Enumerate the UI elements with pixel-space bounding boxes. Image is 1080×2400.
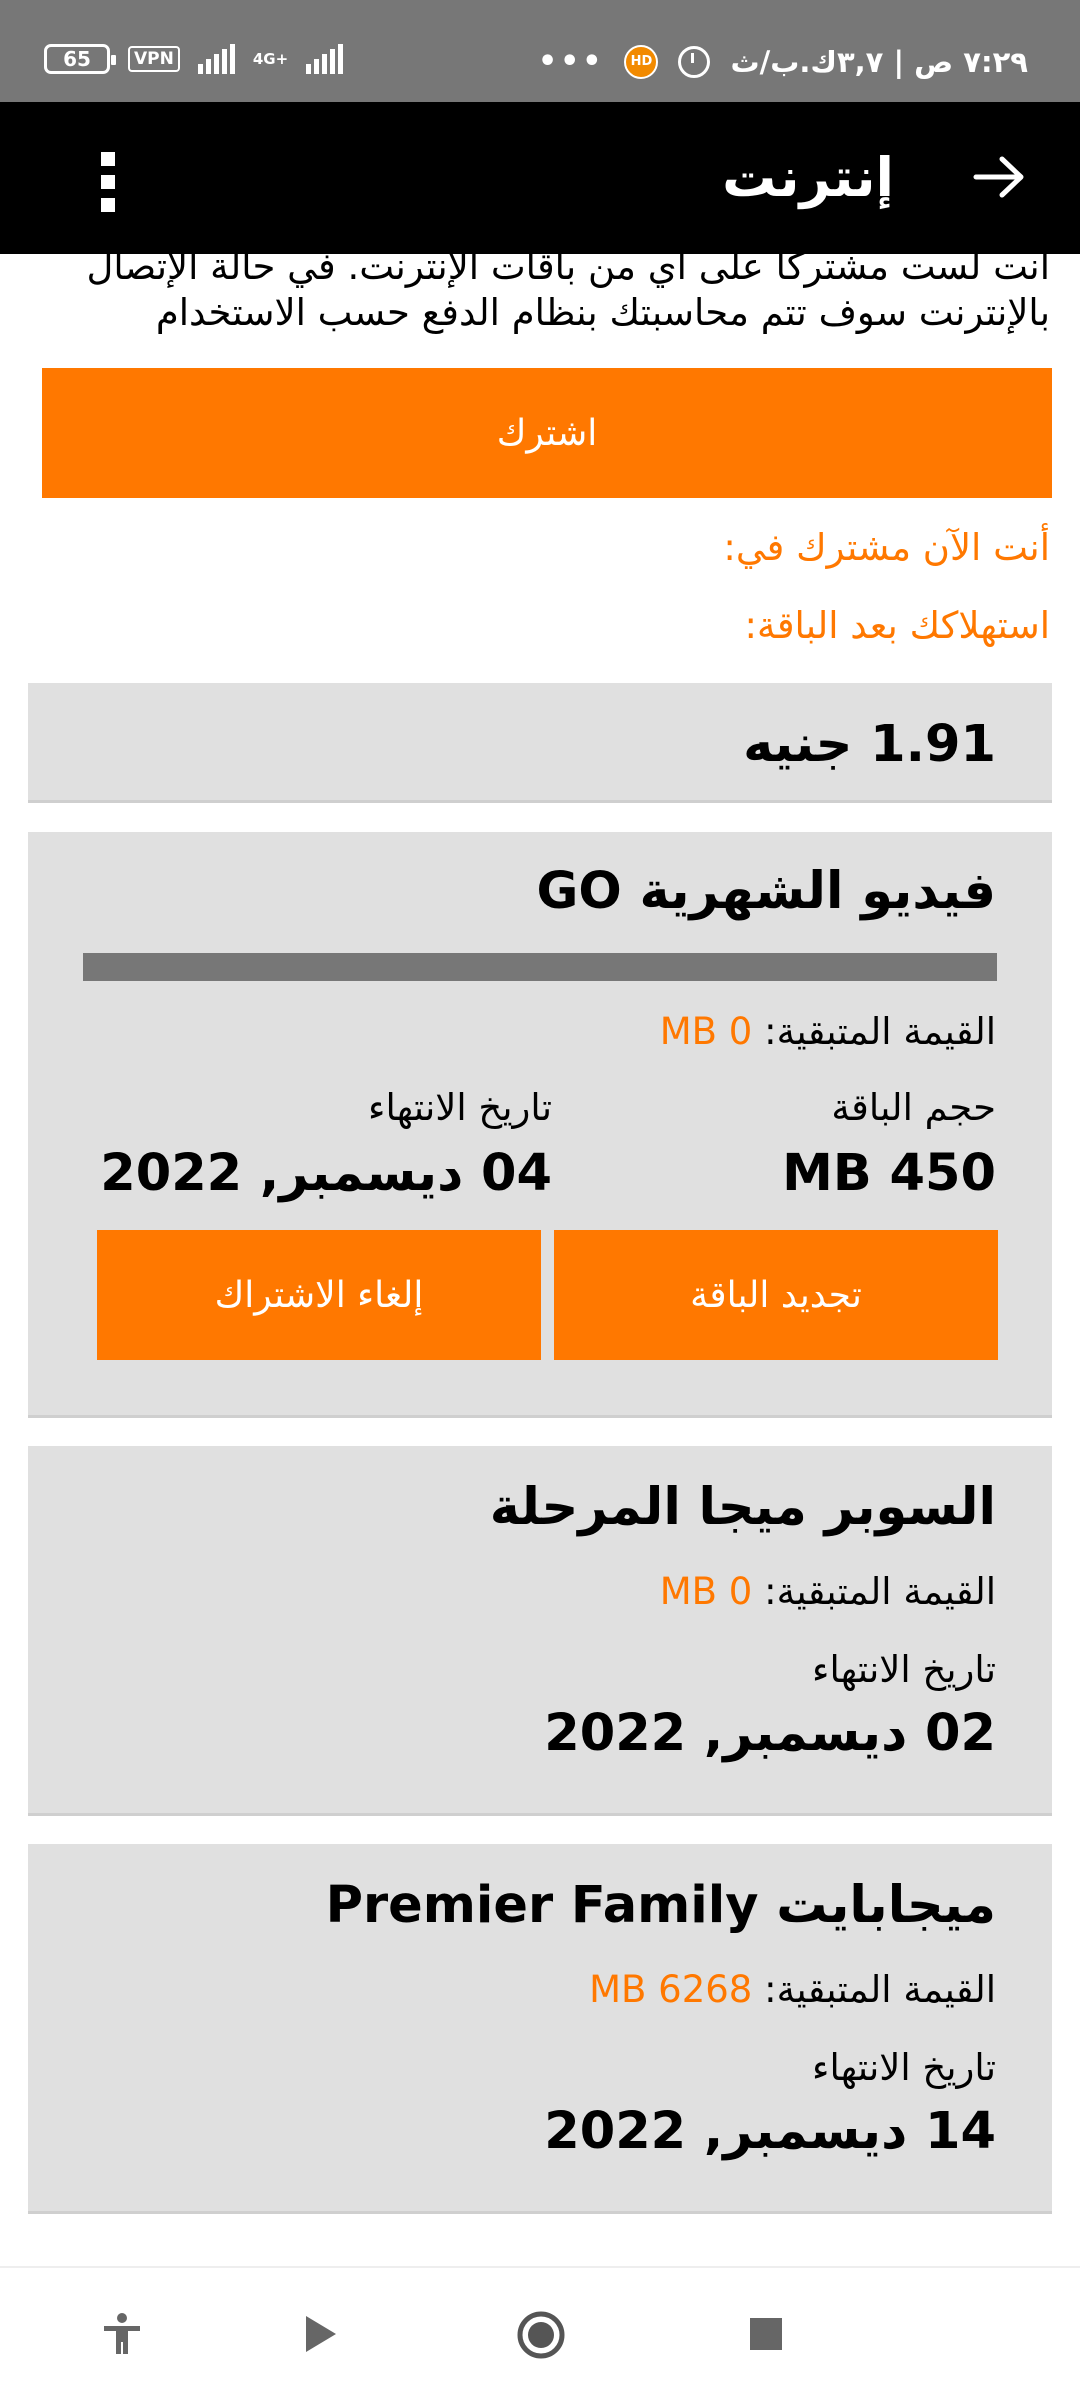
package-progress-bar	[83, 953, 997, 981]
usage-label: استهلاكك بعد الباقة:	[744, 604, 1050, 647]
vpn-icon: VPN	[128, 46, 180, 72]
size-label: حجم الباقة	[831, 1086, 996, 1129]
remaining-row: القيمة المتبقية: 0 MB	[660, 1570, 996, 1613]
more-notifications-icon: •••	[537, 44, 605, 79]
accessibility-icon[interactable]	[100, 2312, 144, 2356]
expiry-value: 04 ديسمبر, 2022	[100, 1144, 552, 1203]
remaining-label: القيمة المتبقية:	[764, 1570, 996, 1613]
signal-icon	[197, 44, 235, 74]
status-right-icons: ٧:٢٩ ص | ٣,٧ك.ب/ث HD •••	[538, 44, 1028, 79]
balance-card: 1.91 جنيه	[28, 683, 1052, 803]
arrow-right-icon[interactable]	[972, 154, 1028, 200]
status-left-icons: 65 VPN 4G+	[44, 44, 344, 74]
page-title: إنترنت	[722, 146, 894, 209]
remaining-value: 6268 MB	[589, 1968, 753, 2011]
expiry-label: تاريخ الانتهاء	[368, 1086, 552, 1129]
package-title: ميجابايت Premier Family	[325, 1876, 996, 1935]
battery-icon: 65	[44, 44, 116, 74]
record-icon[interactable]	[516, 2310, 566, 2360]
alarm-icon	[678, 45, 711, 78]
balance-value: 1.91 جنيه	[743, 715, 996, 774]
expiry-label: تاريخ الانتهاء	[812, 1648, 996, 1691]
play-icon[interactable]	[298, 2312, 342, 2356]
more-vert-icon[interactable]	[94, 152, 122, 212]
size-value: 450 MB	[782, 1144, 996, 1203]
package-title: فيديو الشهرية GO	[536, 862, 996, 921]
remaining-value: 0 MB	[659, 1570, 753, 1613]
remaining-value: 0 MB	[659, 1010, 753, 1053]
package-card: ميجابايت Premier Family القيمة المتبقية:…	[28, 1844, 1052, 2214]
remaining-row: القيمة المتبقية: 0 MB	[660, 1010, 996, 1053]
expiry-value: 02 ديسمبر, 2022	[544, 1704, 996, 1763]
app-bar: إنترنت	[0, 102, 1080, 254]
renew-package-button[interactable]: تجديد الباقة	[554, 1230, 998, 1360]
stop-icon[interactable]	[744, 2312, 788, 2356]
package-title: السوبر ميجا المرحلة	[489, 1478, 996, 1537]
subscribe-button[interactable]: اشترك	[42, 368, 1052, 498]
network-type: 4G+	[252, 50, 289, 68]
remaining-row: القيمة المتبقية: 6268 MB	[589, 1968, 996, 2011]
remaining-label: القيمة المتبقية:	[764, 1968, 996, 2011]
package-card: فيديو الشهرية GO القيمة المتبقية: 0 MB ح…	[28, 832, 1052, 1418]
package-card: السوبر ميجا المرحلة القيمة المتبقية: 0 M…	[28, 1446, 1052, 1816]
intro-text: أنت لست مشتركا على أي من باقات الإنترنت.…	[86, 245, 1050, 334]
expiry-label: تاريخ الانتهاء	[812, 2046, 996, 2089]
signal-icon-2	[306, 44, 344, 74]
expiry-value: 14 ديسمبر, 2022	[544, 2102, 996, 2161]
status-bar: 65 VPN 4G+ ٧:٢٩ ص | ٣,٧ك.ب/ث HD •••	[0, 0, 1080, 102]
battery-level: 65	[63, 47, 91, 71]
cancel-subscription-button[interactable]: إلغاء الاشتراك	[97, 1230, 541, 1360]
subscribed-label: أنت الآن مشترك في:	[723, 526, 1050, 569]
hd-icon: HD	[624, 44, 659, 79]
remaining-label: القيمة المتبقية:	[764, 1010, 996, 1053]
bottom-nav-bar	[0, 2266, 1080, 2400]
status-time: ٧:٢٩ ص | ٣,٧ك.ب/ث	[730, 44, 1028, 79]
